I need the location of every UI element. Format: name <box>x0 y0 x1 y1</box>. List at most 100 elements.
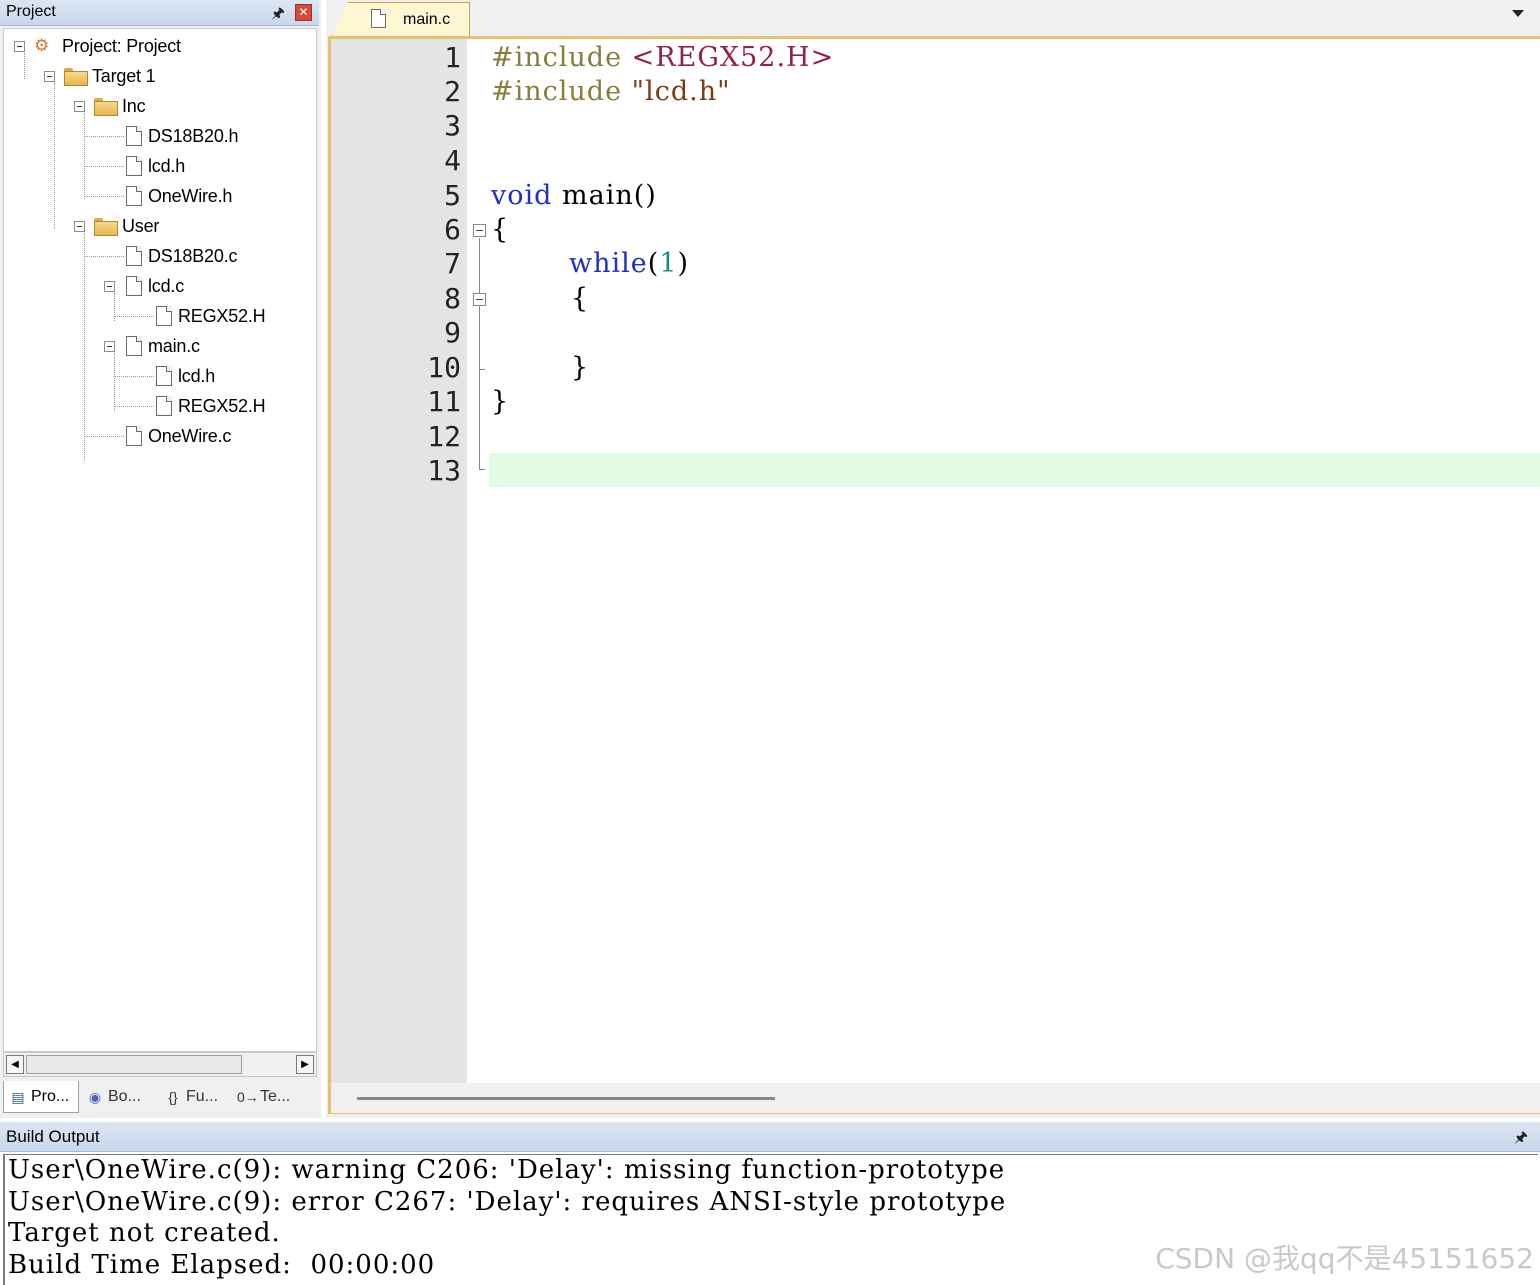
collapse-lcd-c-toggle[interactable] <box>104 281 115 292</box>
line-number: 6 <box>444 213 461 246</box>
preprocessor-directive: #include <box>491 76 623 107</box>
code-line-10: } <box>571 351 589 385</box>
project-panel: Project 🖈 ✕ ⚙ Project: Project Target 1 <box>0 0 321 1118</box>
folder-icon <box>94 98 118 116</box>
tree-item-label: REGX52.H <box>178 305 266 326</box>
line-number: 2 <box>444 75 461 108</box>
close-icon[interactable]: ✕ <box>295 4 312 21</box>
editor-horizontal-scrollbar[interactable] <box>331 1083 1540 1113</box>
line-number: 4 <box>444 144 461 177</box>
tree-item-label: Project: Project <box>62 35 181 56</box>
tab-label: main.c <box>403 11 451 28</box>
tree-item-label: lcd.c <box>148 275 185 296</box>
tree-item-main-lcd-h[interactable]: lcd.h <box>156 361 215 391</box>
scrollbar-thumb[interactable] <box>26 1055 242 1074</box>
code-editor[interactable]: 1 2 3 4 5 6 7 8 9 10 11 12 13 #include <… <box>328 36 1540 1114</box>
tree-item-onewire-h[interactable]: OneWire.h <box>126 181 232 211</box>
file-icon <box>371 9 386 28</box>
editor-tab-strip: main.c <box>326 0 1540 36</box>
tree-item-lcd-regx52[interactable]: REGX52.H <box>156 301 266 331</box>
project-panel-title: Project 🖈 ✕ <box>0 0 319 26</box>
tree-item-label: OneWire.h <box>148 185 233 206</box>
build-output-panel: Build Output 🖈 User\OneWire.c(9): warnin… <box>0 1122 1540 1285</box>
tree-item-label: Target 1 <box>92 65 156 86</box>
while-keyword: while <box>569 248 648 279</box>
collapse-inc-toggle[interactable] <box>74 101 85 112</box>
fold-margin <box>467 39 489 1083</box>
tree-item-inc-folder[interactable]: Inc <box>94 91 146 121</box>
brace: { <box>491 214 510 245</box>
tab-label: Bo... <box>108 1088 141 1105</box>
line-number: 3 <box>444 109 461 142</box>
brace: { <box>571 283 590 314</box>
tree-item-main-regx52[interactable]: REGX52.H <box>156 391 266 421</box>
file-icon <box>156 366 172 386</box>
collapse-target-toggle[interactable] <box>44 71 55 82</box>
tab-functions[interactable]: {} Fu... <box>159 1081 231 1113</box>
project-tree: ⚙ Project: Project Target 1 Inc DS18B20.… <box>3 28 317 1052</box>
watermark: CSDN @我qq不是45151652 <box>1155 1242 1534 1275</box>
type-keyword: void <box>491 180 553 211</box>
tab-label: Pro... <box>31 1087 70 1105</box>
tree-item-lcd-c[interactable]: lcd.c <box>126 271 184 301</box>
functions-icon: {} <box>168 1089 178 1105</box>
build-output-line: User\OneWire.c(9): warning C206: 'Delay'… <box>8 1155 1006 1185</box>
tree-item-label: lcd.h <box>148 155 186 176</box>
file-icon <box>126 246 142 266</box>
line-number: 7 <box>444 247 461 280</box>
paren: ( <box>647 248 660 279</box>
pin-icon[interactable]: 🖈 <box>1514 1127 1528 1152</box>
number-literal: 1 <box>659 248 678 279</box>
function-signature: main() <box>562 180 657 211</box>
file-icon <box>156 306 172 326</box>
file-icon <box>126 336 142 356</box>
tree-item-label: OneWire.c <box>148 425 232 446</box>
fold-main-toggle[interactable] <box>473 224 486 237</box>
collapse-main-c-toggle[interactable] <box>104 341 115 352</box>
tree-item-label: REGX52.H <box>178 395 266 416</box>
scrollbar-thumb[interactable] <box>357 1097 775 1100</box>
tree-item-project[interactable]: ⚙ Project: Project <box>34 31 181 61</box>
project-window-icon: ▤ <box>11 1088 25 1105</box>
project-horizontal-scrollbar[interactable]: ◀ ▶ <box>3 1052 317 1077</box>
line-number: 11 <box>427 385 461 418</box>
tree-item-main-c[interactable]: main.c <box>126 331 200 361</box>
fold-end-marker <box>479 469 485 470</box>
tab-project[interactable]: ▤ Pro... <box>3 1081 79 1113</box>
tree-item-ds18b20-c[interactable]: DS18B20.c <box>126 241 237 271</box>
code-line-2: #include "lcd.h" <box>491 75 731 109</box>
project-panel-title-text: Project <box>6 3 56 20</box>
tree-item-user-folder[interactable]: User <box>94 211 159 241</box>
tab-books[interactable]: ◉ Bo... <box>81 1081 155 1113</box>
tab-label: Fu... <box>186 1088 219 1105</box>
tab-label: Te... <box>260 1088 291 1105</box>
scroll-right-icon[interactable]: ▶ <box>296 1055 314 1074</box>
code-line-1: #include <REGX52.H> <box>491 41 834 75</box>
tree-item-label: main.c <box>148 335 200 356</box>
tree-item-target[interactable]: Target 1 <box>64 61 156 91</box>
tree-item-lcd-h[interactable]: lcd.h <box>126 151 185 181</box>
line-number-gutter: 1 2 3 4 5 6 7 8 9 10 11 12 13 <box>331 39 467 1083</box>
file-icon <box>126 276 142 296</box>
tab-templates[interactable]: 0→ Te... <box>233 1081 309 1113</box>
scroll-left-icon[interactable]: ◀ <box>6 1055 24 1074</box>
chevron-down-icon[interactable] <box>1512 10 1524 17</box>
templates-icon: 0→ <box>237 1089 259 1105</box>
tree-item-label: Inc <box>122 95 146 116</box>
project-panel-tabs: ▤ Pro... ◉ Bo... {} Fu... 0→ Te... <box>3 1081 317 1113</box>
tree-item-label: lcd.h <box>178 365 216 386</box>
tree-item-onewire-c[interactable]: OneWire.c <box>126 421 231 451</box>
line-number: 5 <box>444 179 461 212</box>
fold-while-toggle[interactable] <box>473 293 486 306</box>
current-line-highlight <box>489 453 1540 487</box>
collapse-project-toggle[interactable] <box>14 41 25 52</box>
tab-main-c[interactable]: main.c <box>332 2 470 36</box>
tree-item-ds18b20-h[interactable]: DS18B20.h <box>126 121 238 151</box>
code-line-6: { <box>491 213 509 247</box>
line-number: 9 <box>444 316 461 349</box>
target-folder-icon <box>64 68 88 86</box>
collapse-user-toggle[interactable] <box>74 221 85 232</box>
build-output-line: User\OneWire.c(9): error C267: 'Delay': … <box>8 1186 1007 1217</box>
pin-icon[interactable]: 🖈 <box>271 3 285 28</box>
project-icon: ⚙ <box>34 36 50 55</box>
